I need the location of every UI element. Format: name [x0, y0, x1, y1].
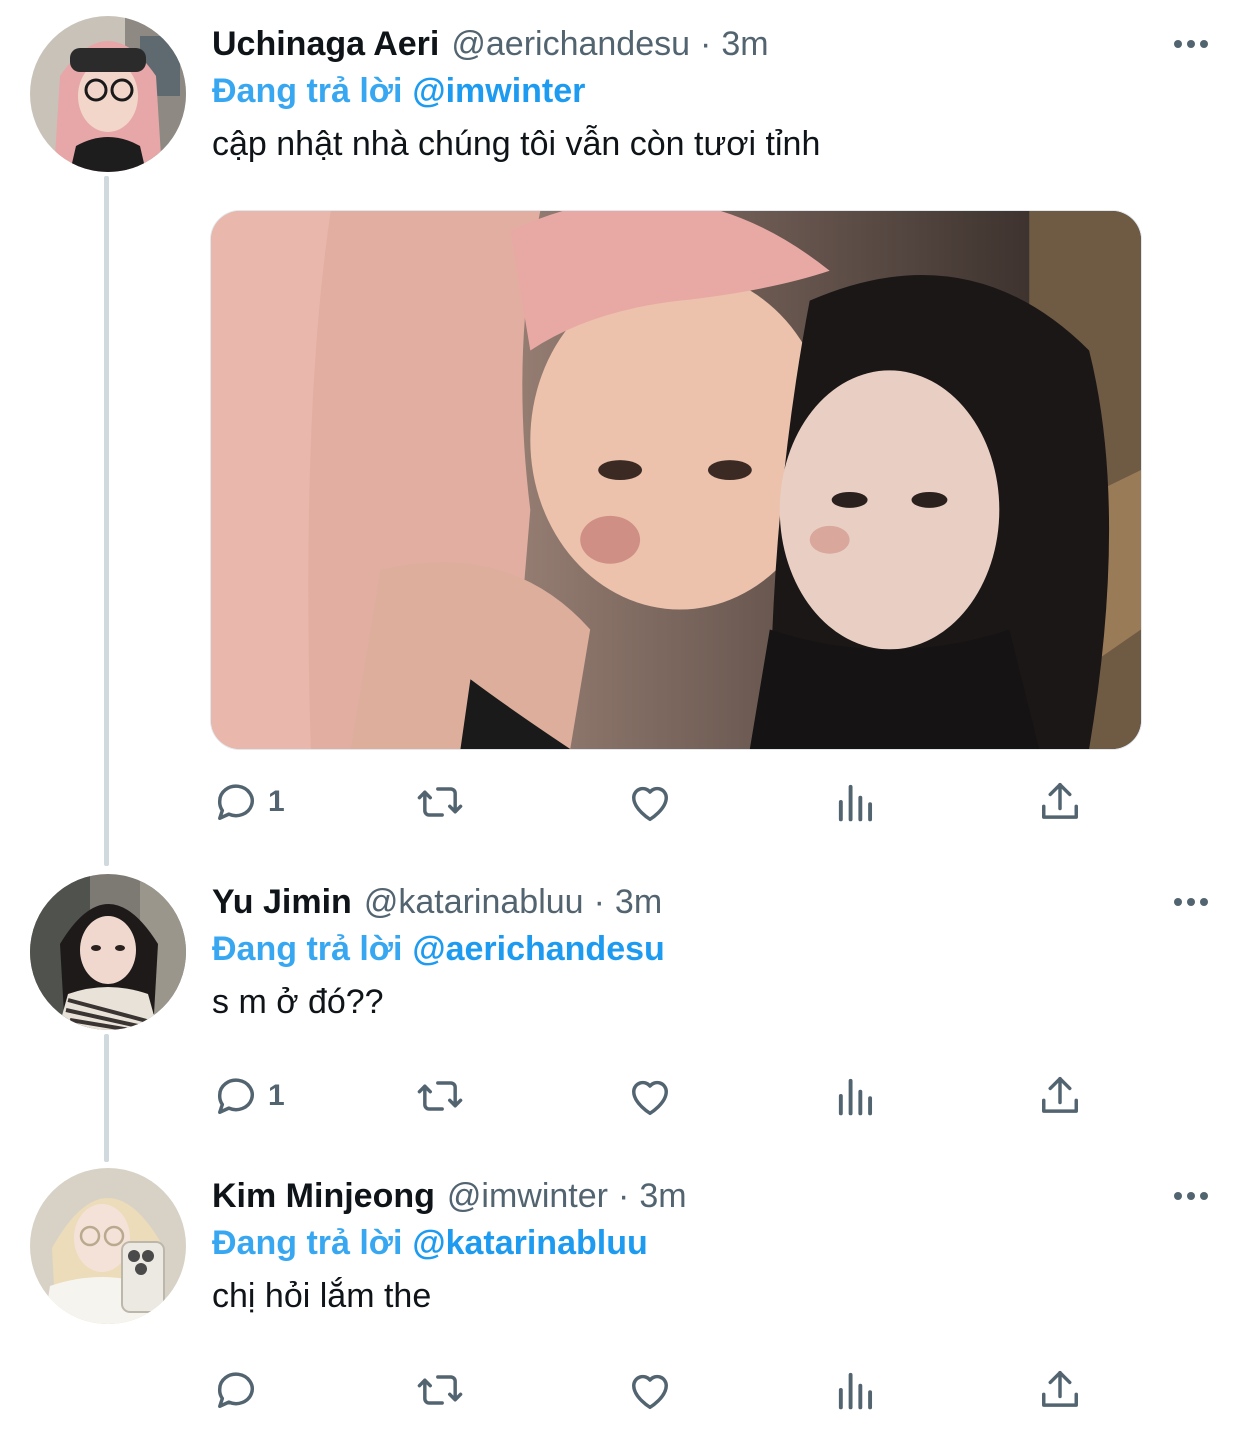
timestamp[interactable]: 3m	[721, 25, 768, 64]
heart-outline-icon	[632, 1374, 668, 1410]
speech-bubble-icon	[218, 1372, 254, 1408]
mention-link[interactable]: @aerichandesu	[412, 930, 664, 969]
share-upload-icon	[1042, 1370, 1078, 1407]
views-button[interactable]	[830, 1360, 882, 1420]
avatar[interactable]	[30, 874, 186, 1030]
tweet-header: Kim Minjeong @imwinter · 3m	[212, 1168, 687, 1224]
like-button[interactable]	[624, 1360, 676, 1420]
retweet-arrows-icon	[417, 787, 463, 817]
retweet-button[interactable]	[414, 772, 466, 832]
bar-chart-icon	[838, 1078, 873, 1116]
share-button[interactable]	[1034, 772, 1086, 832]
replying-to-line: Đang trả lời @aerichandesu	[212, 924, 665, 974]
more-options-button[interactable]	[1168, 1174, 1214, 1218]
timestamp[interactable]: 3m	[615, 883, 662, 922]
tweet-text: cập nhật nhà chúng tôi vẫn còn tươi tỉnh	[212, 124, 821, 163]
avatar[interactable]	[30, 16, 186, 172]
tweet-photo[interactable]	[210, 210, 1142, 750]
display-name[interactable]: Yu Jimin	[212, 883, 352, 922]
user-handle[interactable]: @aerichandesu	[451, 25, 690, 64]
reply-button[interactable]	[210, 1360, 268, 1420]
mention-link[interactable]: @katarinabluu	[412, 1224, 647, 1263]
tweet[interactable]: Yu Jimin @katarinabluu · 3m Đang trả lời…	[0, 874, 1242, 1144]
tweet-header: Uchinaga Aeri @aerichandesu · 3m	[212, 16, 769, 72]
display-name[interactable]: Uchinaga Aeri	[212, 25, 439, 64]
replying-to-label: Đang trả lời	[212, 71, 403, 110]
reply-button[interactable]: 1	[210, 1066, 285, 1126]
share-upload-icon	[1042, 1076, 1078, 1113]
reply-button[interactable]: 1	[210, 772, 285, 832]
replying-to-label: Đang trả lời	[212, 1223, 403, 1262]
share-upload-icon	[1042, 782, 1078, 819]
views-button[interactable]	[830, 772, 882, 832]
tweet-actions: 1	[210, 772, 1090, 832]
more-options-button[interactable]	[1168, 22, 1214, 66]
avatar[interactable]	[30, 1168, 186, 1324]
tweet-header: Yu Jimin @katarinabluu · 3m	[212, 874, 662, 930]
replying-to-label: Đang trả lời	[212, 929, 403, 968]
tweet-actions	[210, 1360, 1090, 1420]
retweet-button[interactable]	[414, 1360, 466, 1420]
separator-dot: ·	[593, 882, 605, 921]
like-button[interactable]	[624, 772, 676, 832]
separator-dot: ·	[700, 24, 712, 63]
ellipsis-icon	[1174, 40, 1182, 48]
bar-chart-icon	[838, 1372, 873, 1410]
share-button[interactable]	[1034, 1360, 1086, 1420]
tweet-text: s m ở đó??	[212, 982, 384, 1021]
speech-bubble-icon	[218, 1078, 254, 1114]
heart-outline-icon	[632, 1080, 668, 1116]
speech-bubble-icon	[218, 784, 254, 820]
share-button[interactable]	[1034, 1066, 1086, 1126]
reply-count: 1	[268, 785, 285, 818]
heart-outline-icon	[632, 786, 668, 822]
user-handle[interactable]: @katarinabluu	[364, 883, 584, 922]
ellipsis-icon	[1174, 898, 1182, 906]
display-name[interactable]: Kim Minjeong	[212, 1177, 435, 1216]
tweet-actions: 1	[210, 1066, 1090, 1126]
retweet-arrows-icon	[417, 1081, 463, 1111]
separator-dot: ·	[617, 1176, 630, 1215]
retweet-button[interactable]	[414, 1066, 466, 1126]
mention-link[interactable]: @imwinter	[412, 72, 585, 111]
replying-to-line: Đang trả lời @imwinter	[212, 66, 585, 116]
like-button[interactable]	[624, 1066, 676, 1126]
views-button[interactable]	[830, 1066, 882, 1126]
ellipsis-icon	[1174, 1192, 1182, 1200]
reply-count: 1	[268, 1079, 285, 1112]
tweet[interactable]: Uchinaga Aeri @aerichandesu · 3m Đang tr…	[0, 16, 1242, 846]
timestamp[interactable]: 3m	[639, 1177, 686, 1216]
more-options-button[interactable]	[1168, 880, 1214, 924]
user-handle[interactable]: @imwinter	[447, 1177, 608, 1216]
bar-chart-icon	[838, 784, 873, 822]
tweet[interactable]: Kim Minjeong @imwinter · 3m Đang trả lời…	[0, 1168, 1242, 1430]
replying-to-line: Đang trả lời @katarinabluu	[212, 1218, 648, 1268]
tweet-text: chị hỏi lắm the	[212, 1276, 432, 1315]
retweet-arrows-icon	[417, 1375, 463, 1405]
